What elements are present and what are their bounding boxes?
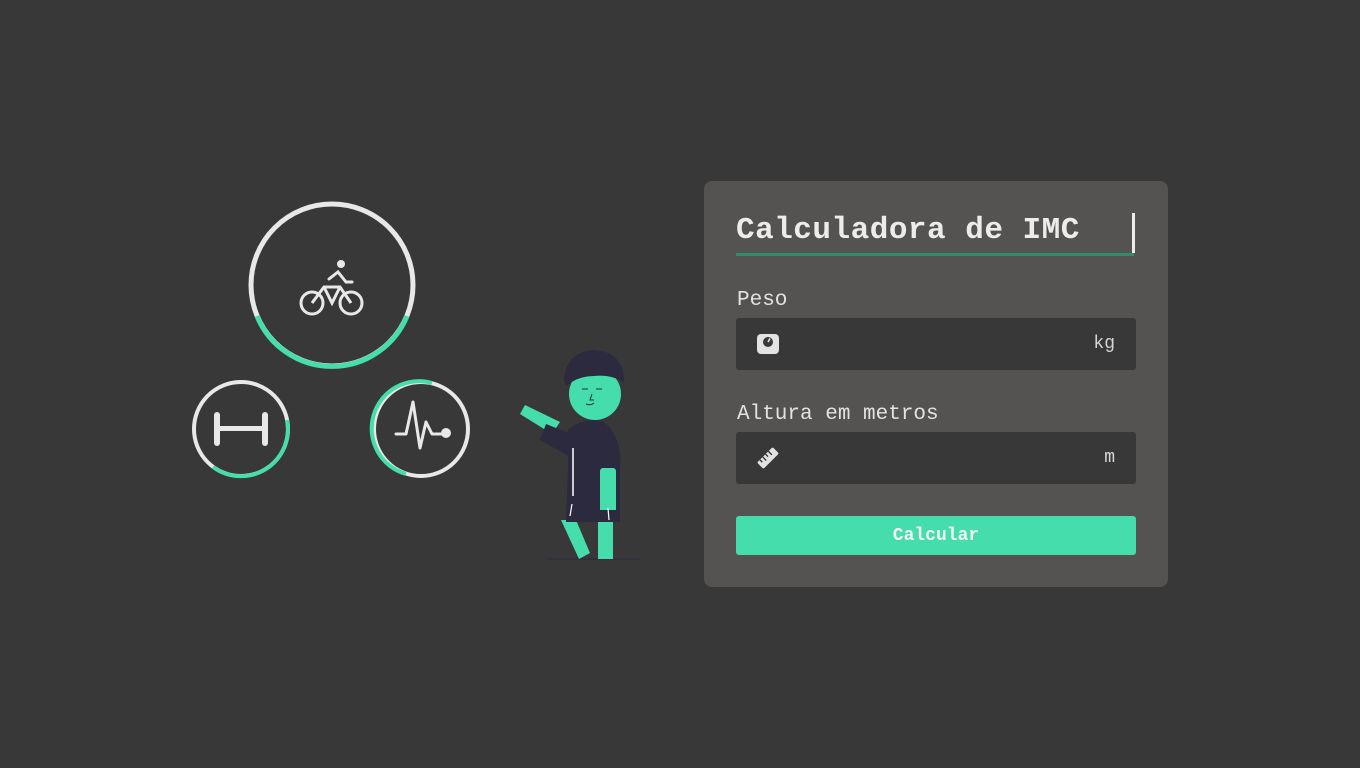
heartbeat-ring <box>369 379 470 478</box>
height-field[interactable]: m <box>736 432 1136 484</box>
heartbeat-icon <box>394 400 451 450</box>
calculate-button[interactable]: Calcular <box>736 516 1136 555</box>
height-unit: m <box>1104 448 1115 468</box>
title-caret <box>1132 213 1135 253</box>
weight-input[interactable] <box>794 318 1074 370</box>
scale-icon <box>757 334 779 354</box>
height-label: Altura em metros <box>737 403 939 426</box>
person-figure <box>520 350 640 560</box>
weight-unit: kg <box>1093 334 1115 354</box>
title-underline <box>736 253 1134 256</box>
ruler-icon <box>757 447 779 469</box>
imc-calculator-card: Calculadora de IMC Peso kg Altura em met… <box>704 181 1168 587</box>
illustration-svg <box>192 201 640 560</box>
bicycle-icon <box>299 260 364 316</box>
weight-field[interactable]: kg <box>736 318 1136 370</box>
dumbbell-icon <box>214 412 268 446</box>
fitness-illustration <box>180 190 660 570</box>
page: Calculadora de IMC Peso kg Altura em met… <box>0 0 1360 768</box>
page-title: Calculadora de IMC <box>736 213 1080 248</box>
bicycle-ring <box>248 201 416 369</box>
weight-label: Peso <box>737 289 788 312</box>
bicycle-progress-arc <box>254 315 410 369</box>
dumbbell-ring <box>192 380 290 479</box>
height-input[interactable] <box>794 432 1074 484</box>
heartbeat-progress-arc <box>369 379 433 476</box>
